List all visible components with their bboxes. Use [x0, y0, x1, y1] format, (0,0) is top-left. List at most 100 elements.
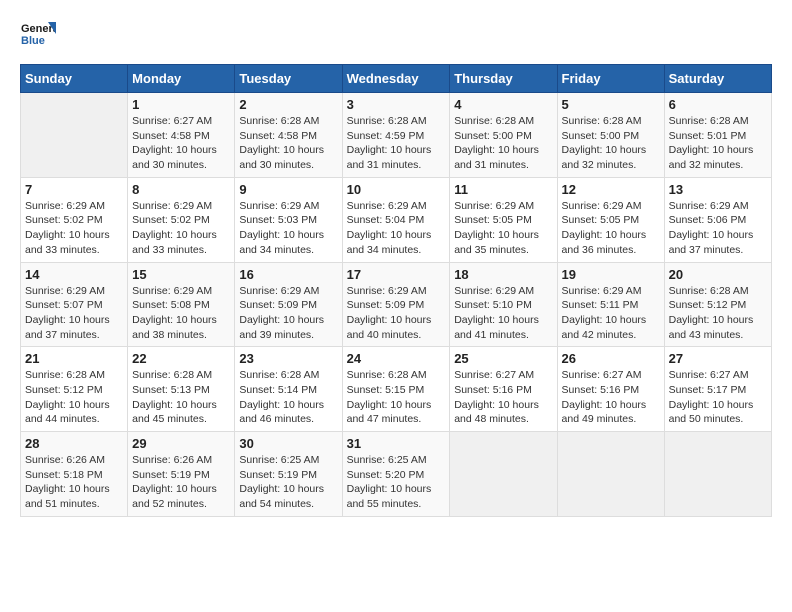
- calendar-cell: 28 Sunrise: 6:26 AMSunset: 5:18 PMDayligh…: [21, 432, 128, 517]
- weekday-header-sunday: Sunday: [21, 65, 128, 93]
- day-number: 23: [239, 351, 337, 366]
- day-number: 1: [132, 97, 230, 112]
- day-info: Sunrise: 6:29 AMSunset: 5:11 PMDaylight:…: [562, 284, 660, 343]
- logo: General Blue: [20, 20, 56, 48]
- weekday-header-tuesday: Tuesday: [235, 65, 342, 93]
- calendar-cell: 18 Sunrise: 6:29 AMSunset: 5:10 PMDayligh…: [450, 262, 557, 347]
- day-info: Sunrise: 6:26 AMSunset: 5:19 PMDaylight:…: [132, 453, 230, 512]
- day-info: Sunrise: 6:25 AMSunset: 5:19 PMDaylight:…: [239, 453, 337, 512]
- weekday-header-saturday: Saturday: [664, 65, 771, 93]
- weekday-header-friday: Friday: [557, 65, 664, 93]
- day-number: 25: [454, 351, 552, 366]
- day-number: 29: [132, 436, 230, 451]
- page-header: General Blue: [20, 20, 772, 48]
- day-number: 12: [562, 182, 660, 197]
- day-number: 8: [132, 182, 230, 197]
- calendar-cell: 12 Sunrise: 6:29 AMSunset: 5:05 PMDayligh…: [557, 177, 664, 262]
- calendar-cell: 10 Sunrise: 6:29 AMSunset: 5:04 PMDayligh…: [342, 177, 450, 262]
- calendar-cell: 17 Sunrise: 6:29 AMSunset: 5:09 PMDayligh…: [342, 262, 450, 347]
- day-info: Sunrise: 6:29 AMSunset: 5:07 PMDaylight:…: [25, 284, 123, 343]
- day-number: 30: [239, 436, 337, 451]
- calendar-cell: 31 Sunrise: 6:25 AMSunset: 5:20 PMDayligh…: [342, 432, 450, 517]
- weekday-header-wednesday: Wednesday: [342, 65, 450, 93]
- day-info: Sunrise: 6:28 AMSunset: 5:14 PMDaylight:…: [239, 368, 337, 427]
- calendar-cell: 30 Sunrise: 6:25 AMSunset: 5:19 PMDayligh…: [235, 432, 342, 517]
- calendar-cell: 22 Sunrise: 6:28 AMSunset: 5:13 PMDayligh…: [128, 347, 235, 432]
- day-info: Sunrise: 6:28 AMSunset: 5:12 PMDaylight:…: [25, 368, 123, 427]
- calendar-cell: 3 Sunrise: 6:28 AMSunset: 4:59 PMDaylight…: [342, 93, 450, 178]
- day-info: Sunrise: 6:29 AMSunset: 5:05 PMDaylight:…: [454, 199, 552, 258]
- day-info: Sunrise: 6:28 AMSunset: 4:58 PMDaylight:…: [239, 114, 337, 173]
- day-number: 10: [347, 182, 446, 197]
- day-info: Sunrise: 6:29 AMSunset: 5:10 PMDaylight:…: [454, 284, 552, 343]
- day-number: 20: [669, 267, 767, 282]
- day-info: Sunrise: 6:29 AMSunset: 5:02 PMDaylight:…: [132, 199, 230, 258]
- logo-icon: General Blue: [20, 20, 56, 48]
- day-info: Sunrise: 6:29 AMSunset: 5:08 PMDaylight:…: [132, 284, 230, 343]
- day-number: 13: [669, 182, 767, 197]
- calendar-cell: 5 Sunrise: 6:28 AMSunset: 5:00 PMDaylight…: [557, 93, 664, 178]
- weekday-header-monday: Monday: [128, 65, 235, 93]
- day-info: Sunrise: 6:29 AMSunset: 5:09 PMDaylight:…: [239, 284, 337, 343]
- day-info: Sunrise: 6:27 AMSunset: 5:16 PMDaylight:…: [562, 368, 660, 427]
- day-info: Sunrise: 6:28 AMSunset: 5:15 PMDaylight:…: [347, 368, 446, 427]
- day-info: Sunrise: 6:28 AMSunset: 5:13 PMDaylight:…: [132, 368, 230, 427]
- day-info: Sunrise: 6:28 AMSunset: 4:59 PMDaylight:…: [347, 114, 446, 173]
- day-number: 5: [562, 97, 660, 112]
- day-number: 16: [239, 267, 337, 282]
- day-number: 18: [454, 267, 552, 282]
- day-number: 26: [562, 351, 660, 366]
- day-number: 31: [347, 436, 446, 451]
- calendar-cell: 20Sunrise: 6:28 AMSunset: 5:12 PMDayligh…: [664, 262, 771, 347]
- calendar-cell: 2 Sunrise: 6:28 AMSunset: 4:58 PMDaylight…: [235, 93, 342, 178]
- calendar-cell: 6 Sunrise: 6:28 AMSunset: 5:01 PMDaylight…: [664, 93, 771, 178]
- day-number: 27: [669, 351, 767, 366]
- day-number: 24: [347, 351, 446, 366]
- calendar-cell: 13Sunrise: 6:29 AMSunset: 5:06 PMDayligh…: [664, 177, 771, 262]
- day-number: 19: [562, 267, 660, 282]
- day-number: 3: [347, 97, 446, 112]
- calendar-cell: 1 Sunrise: 6:27 AMSunset: 4:58 PMDaylight…: [128, 93, 235, 178]
- calendar-cell: 23 Sunrise: 6:28 AMSunset: 5:14 PMDayligh…: [235, 347, 342, 432]
- day-info: Sunrise: 6:25 AMSunset: 5:20 PMDaylight:…: [347, 453, 446, 512]
- day-number: 2: [239, 97, 337, 112]
- calendar-cell: 11Sunrise: 6:29 AMSunset: 5:05 PMDayligh…: [450, 177, 557, 262]
- day-info: Sunrise: 6:27 AMSunset: 5:17 PMDaylight:…: [669, 368, 767, 427]
- weekday-header-thursday: Thursday: [450, 65, 557, 93]
- calendar-cell: 27 Sunrise: 6:27 AMSunset: 5:17 PMDayligh…: [664, 347, 771, 432]
- calendar-cell: [664, 432, 771, 517]
- calendar-cell: [21, 93, 128, 178]
- day-number: 21: [25, 351, 123, 366]
- calendar-cell: 8 Sunrise: 6:29 AMSunset: 5:02 PMDaylight…: [128, 177, 235, 262]
- day-info: Sunrise: 6:27 AMSunset: 4:58 PMDaylight:…: [132, 114, 230, 173]
- day-number: 14: [25, 267, 123, 282]
- day-number: 28: [25, 436, 123, 451]
- day-number: 22: [132, 351, 230, 366]
- calendar-cell: 4Sunrise: 6:28 AMSunset: 5:00 PMDaylight…: [450, 93, 557, 178]
- calendar-cell: 21 Sunrise: 6:28 AMSunset: 5:12 PMDayligh…: [21, 347, 128, 432]
- day-info: Sunrise: 6:29 AMSunset: 5:03 PMDaylight:…: [239, 199, 337, 258]
- calendar-cell: 25Sunrise: 6:27 AMSunset: 5:16 PMDayligh…: [450, 347, 557, 432]
- calendar-cell: 15 Sunrise: 6:29 AMSunset: 5:08 PMDayligh…: [128, 262, 235, 347]
- calendar-cell: 29 Sunrise: 6:26 AMSunset: 5:19 PMDayligh…: [128, 432, 235, 517]
- calendar-cell: [450, 432, 557, 517]
- day-number: 7: [25, 182, 123, 197]
- calendar-cell: 26 Sunrise: 6:27 AMSunset: 5:16 PMDayligh…: [557, 347, 664, 432]
- day-info: Sunrise: 6:29 AMSunset: 5:02 PMDaylight:…: [25, 199, 123, 258]
- calendar-cell: [557, 432, 664, 517]
- day-number: 17: [347, 267, 446, 282]
- day-info: Sunrise: 6:28 AMSunset: 5:00 PMDaylight:…: [562, 114, 660, 173]
- day-info: Sunrise: 6:26 AMSunset: 5:18 PMDaylight:…: [25, 453, 123, 512]
- calendar-cell: 19 Sunrise: 6:29 AMSunset: 5:11 PMDayligh…: [557, 262, 664, 347]
- svg-text:Blue: Blue: [21, 35, 45, 47]
- day-info: Sunrise: 6:28 AMSunset: 5:01 PMDaylight:…: [669, 114, 767, 173]
- day-number: 15: [132, 267, 230, 282]
- day-number: 9: [239, 182, 337, 197]
- calendar-cell: 14 Sunrise: 6:29 AMSunset: 5:07 PMDayligh…: [21, 262, 128, 347]
- day-info: Sunrise: 6:29 AMSunset: 5:04 PMDaylight:…: [347, 199, 446, 258]
- calendar-table: SundayMondayTuesdayWednesdayThursdayFrid…: [20, 64, 772, 517]
- calendar-cell: 24 Sunrise: 6:28 AMSunset: 5:15 PMDayligh…: [342, 347, 450, 432]
- day-number: 6: [669, 97, 767, 112]
- day-info: Sunrise: 6:29 AMSunset: 5:09 PMDaylight:…: [347, 284, 446, 343]
- day-info: Sunrise: 6:29 AMSunset: 5:05 PMDaylight:…: [562, 199, 660, 258]
